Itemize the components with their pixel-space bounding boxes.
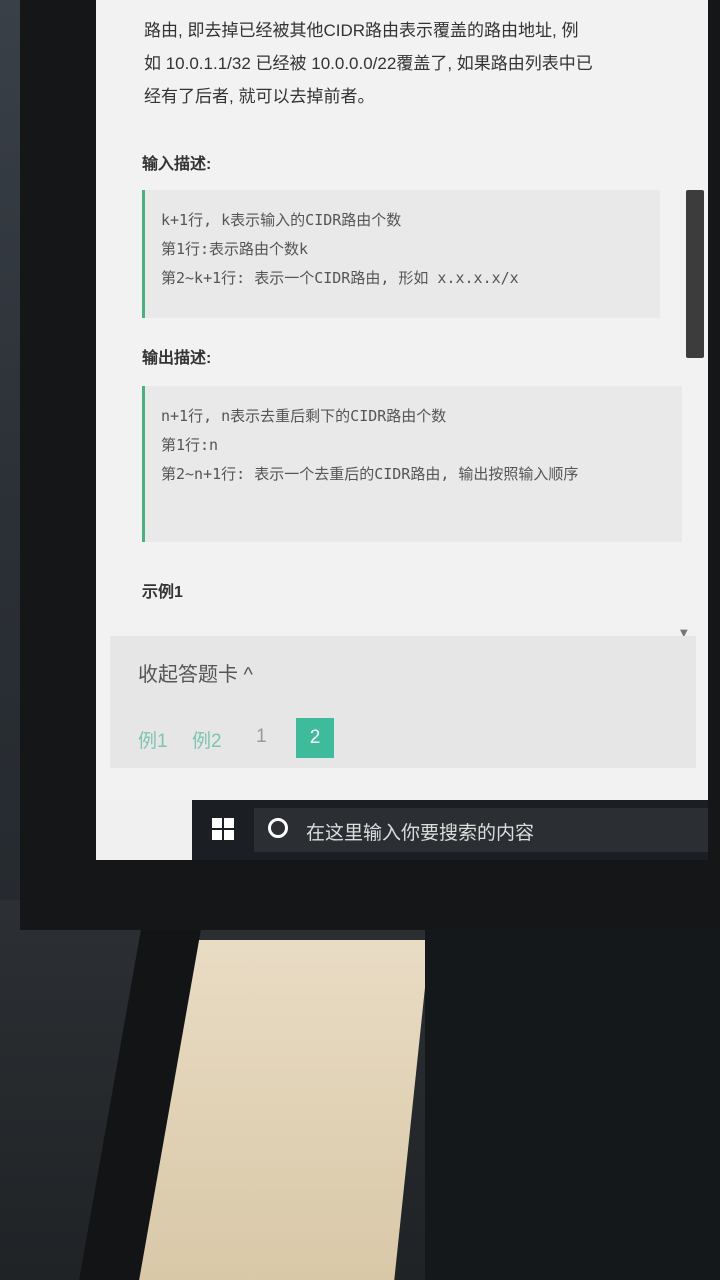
input-line: 第1行:表示路由个数k xyxy=(161,240,309,258)
output-description-title: 输出描述: xyxy=(142,350,212,367)
output-line: n+1行, n表示去重后剩下的CIDR路由个数 xyxy=(161,407,447,425)
collapse-answer-card-button[interactable]: 收起答题卡 ^ xyxy=(138,658,253,687)
output-line: 第1行:n xyxy=(161,436,219,454)
search-placeholder: 在这里输入你要搜索的内容 xyxy=(306,823,535,844)
question-nav-2-active[interactable]: 2 xyxy=(296,718,334,758)
question-nav-1[interactable]: 1 xyxy=(256,726,267,748)
output-line: 第2~n+1行: 表示一个去重后的CIDR路由, 输出按照输入顺序 xyxy=(161,465,579,483)
input-line: k+1行, k表示输入的CIDR路由个数 xyxy=(161,211,402,229)
description-line: 经有了后者, 就可以去掉前者。 xyxy=(144,87,375,106)
question-nav-example-2[interactable]: 例2 xyxy=(192,726,222,753)
question-nav-example-1[interactable]: 例1 xyxy=(138,726,168,753)
page-content[interactable]: 路由, 即去掉已经被其他CIDR路由表示覆盖的路由地址, 例 如 10.0.1.… xyxy=(96,0,708,800)
answer-card-panel: 收起答题卡 ^ 例1 例2 1 2 xyxy=(110,636,696,768)
input-line: 第2~k+1行: 表示一个CIDR路由, 形如 x.x.x.x/x xyxy=(161,269,519,287)
input-description-title: 输入描述: xyxy=(142,156,212,173)
monitor-screen: 路由, 即去掉已经被其他CIDR路由表示覆盖的路由地址, 例 如 10.0.1.… xyxy=(96,0,708,860)
scrollbar-thumb[interactable] xyxy=(686,190,704,358)
input-description-block: k+1行, k表示输入的CIDR路由个数 第1行:表示路由个数k 第2~k+1行… xyxy=(142,190,660,318)
description-line: 如 10.0.1.1/32 已经被 10.0.0.0/22覆盖了, 如果路由列表… xyxy=(144,54,593,73)
windows-start-icon[interactable] xyxy=(212,818,234,840)
description-line: 路由, 即去掉已经被其他CIDR路由表示覆盖的路由地址, 例 xyxy=(144,21,579,40)
example-title: 示例1 xyxy=(142,584,183,601)
windows-taskbar: 在这里输入你要搜索的内容 xyxy=(192,800,708,860)
problem-description: 路由, 即去掉已经被其他CIDR路由表示覆盖的路由地址, 例 如 10.0.1.… xyxy=(144,14,674,113)
cortana-icon xyxy=(268,818,288,838)
monitor-stand-base xyxy=(425,900,720,1280)
output-description-block: n+1行, n表示去重后剩下的CIDR路由个数 第1行:n 第2~n+1行: 表… xyxy=(142,386,682,542)
taskbar-search-box[interactable]: 在这里输入你要搜索的内容 xyxy=(254,808,708,852)
